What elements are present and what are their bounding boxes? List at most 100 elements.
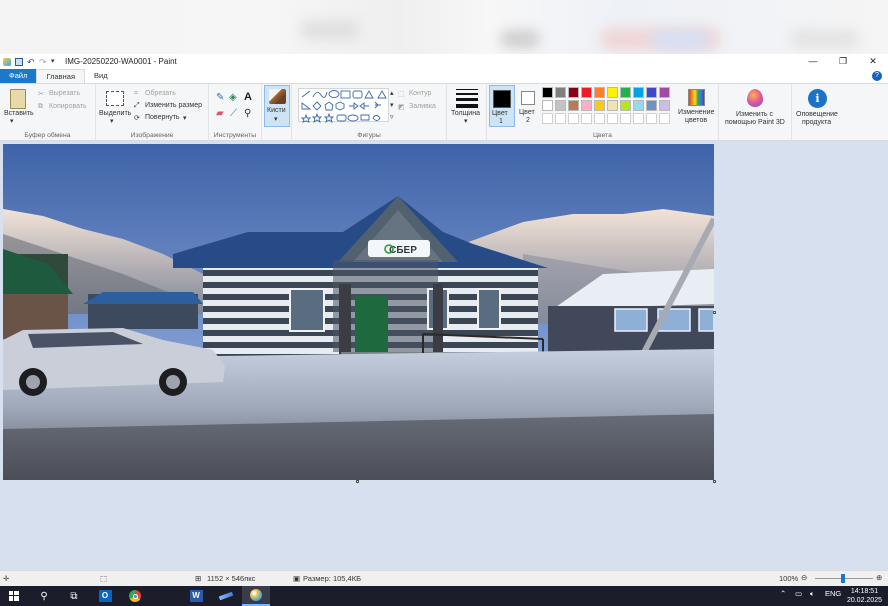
palette-swatch[interactable] [607,87,618,98]
network-icon[interactable]: ▭ [795,589,802,598]
shapes-more-icon[interactable]: ▿ [390,113,394,121]
zoom-in-button[interactable]: ⊕ [876,573,882,582]
palette-custom-swatch[interactable] [555,113,566,124]
size-dropdown-icon[interactable]: ▾ [464,117,468,125]
canvas-area[interactable]: СБЕР [0,141,888,570]
palette-custom-swatch[interactable] [633,113,644,124]
line-thickness-icon[interactable] [456,89,478,108]
shapes-scroll-down-icon[interactable]: ▾ [390,101,394,109]
resize-handle-corner[interactable] [713,480,716,483]
select-button[interactable]: Выделить [99,110,131,117]
palette-swatch[interactable] [555,87,566,98]
palette-swatch[interactable] [594,87,605,98]
palette-custom-swatch[interactable] [659,113,670,124]
search-button[interactable]: ⚲ [30,586,58,606]
crop-button[interactable]: Обрезать [145,90,176,97]
customize-quick-access-icon[interactable]: ▾ [51,58,59,66]
color2-button[interactable]: Цвет 2 [517,85,541,127]
start-button[interactable] [0,586,28,606]
brushes-dropdown-icon: ▾ [274,116,278,123]
palette-swatch[interactable] [633,87,644,98]
eraser-icon[interactable]: ▰ [216,108,224,119]
palette-swatch[interactable] [620,87,631,98]
palette-custom-swatch[interactable] [581,113,592,124]
group-tools: ✎ ◈ A ▰ ⟋ ⚲ Инструменты [209,84,262,141]
palette-swatch[interactable] [659,87,670,98]
palette-swatch[interactable] [581,100,592,111]
palette-custom-swatch[interactable] [620,113,631,124]
file-size-icon: ▣ [293,574,301,583]
palette-swatch[interactable] [568,100,579,111]
color-palette [542,87,674,127]
pencil-icon[interactable]: ✎ [216,92,224,103]
palette-swatch[interactable] [659,100,670,111]
rotate-dropdown-icon[interactable]: ▾ [183,114,187,122]
palette-swatch[interactable] [646,100,657,111]
volume-icon[interactable]: 🔈︎ [810,589,815,599]
palette-custom-swatch[interactable] [607,113,618,124]
taskbar-app-paint[interactable] [242,586,270,606]
undo-icon[interactable]: ↶ [27,57,35,66]
copy-button[interactable]: Копировать [49,103,87,110]
palette-custom-swatch[interactable] [542,113,553,124]
magnifier-icon[interactable]: ⚲ [244,108,251,119]
shapes-scroll-up-icon[interactable]: ▴ [390,89,394,97]
group-image: Выделить ▾ ⌗ Обрезать ⤢ Изменить размер … [96,84,209,141]
palette-custom-swatch[interactable] [568,113,579,124]
select-icon[interactable] [106,91,124,106]
brushes-button[interactable]: Кисти ▾ [264,85,290,127]
palette-swatch[interactable] [568,87,579,98]
palette-swatch[interactable] [607,100,618,111]
show-hidden-icons[interactable]: ⌃ [780,589,786,598]
zoom-out-button[interactable]: ⊖ [801,573,807,582]
taskbar-app-pen[interactable] [212,586,240,606]
image-canvas[interactable]: СБЕР [3,144,714,480]
palette-swatch[interactable] [594,100,605,111]
edit-colors-button[interactable]: Изменение цветов [675,85,719,127]
outline-button[interactable]: Контур [409,90,431,97]
tab-view[interactable]: Вид [85,69,117,83]
close-button[interactable]: ✕ [858,54,888,69]
palette-swatch[interactable] [633,100,644,111]
clock[interactable]: 14:18:51 20.02.2025 [847,587,882,605]
palette-swatch[interactable] [581,87,592,98]
size-button[interactable]: Толщина [451,110,480,117]
input-language[interactable]: ENG [825,589,841,598]
paste-button[interactable]: Вставить [4,110,34,117]
color1-button[interactable]: Цвет 1 [489,85,515,127]
save-icon[interactable] [15,57,23,66]
paste-dropdown-icon[interactable]: ▾ [10,117,14,125]
palette-swatch[interactable] [555,100,566,111]
palette-custom-swatch[interactable] [594,113,605,124]
palette-swatch[interactable] [542,100,553,111]
resize-handle-bottom[interactable] [356,480,359,483]
minimize-button[interactable]: — [798,54,828,69]
palette-swatch[interactable] [542,87,553,98]
color-picker-icon[interactable]: ⟋ [230,108,237,119]
cut-button[interactable]: Вырезать [49,90,80,97]
shapes-gallery-icons[interactable] [299,89,390,124]
fill-button[interactable]: Заливка [409,103,436,110]
redo-icon[interactable]: ↷ [39,57,47,66]
maximize-button[interactable]: ❐ [828,54,858,69]
paint3d-button[interactable]: Изменить с помощью Paint 3D [719,85,791,127]
resize-button[interactable]: Изменить размер [145,102,202,109]
fill-icon[interactable]: ◈ [229,92,237,103]
tab-file[interactable]: Файл [0,69,37,83]
taskbar-app-chrome[interactable] [121,586,149,606]
taskbar-app-word[interactable]: W [182,586,210,606]
product-notification-button[interactable]: i Оповещение продукта [792,85,846,127]
help-icon[interactable]: ? [872,71,882,81]
rotate-button[interactable]: Повернуть [145,114,180,121]
resize-handle-right[interactable] [713,311,716,314]
palette-swatch[interactable] [620,100,631,111]
task-view-button[interactable]: ⧉ [60,586,88,606]
select-dropdown-icon[interactable]: ▾ [110,117,114,125]
tab-home[interactable]: Главная [36,69,85,83]
paste-icon[interactable] [10,89,26,109]
text-icon[interactable]: A [244,91,252,103]
taskbar-app-outlook[interactable]: O [91,586,119,606]
palette-swatch[interactable] [646,87,657,98]
zoom-slider-thumb[interactable] [841,574,845,583]
palette-custom-swatch[interactable] [646,113,657,124]
